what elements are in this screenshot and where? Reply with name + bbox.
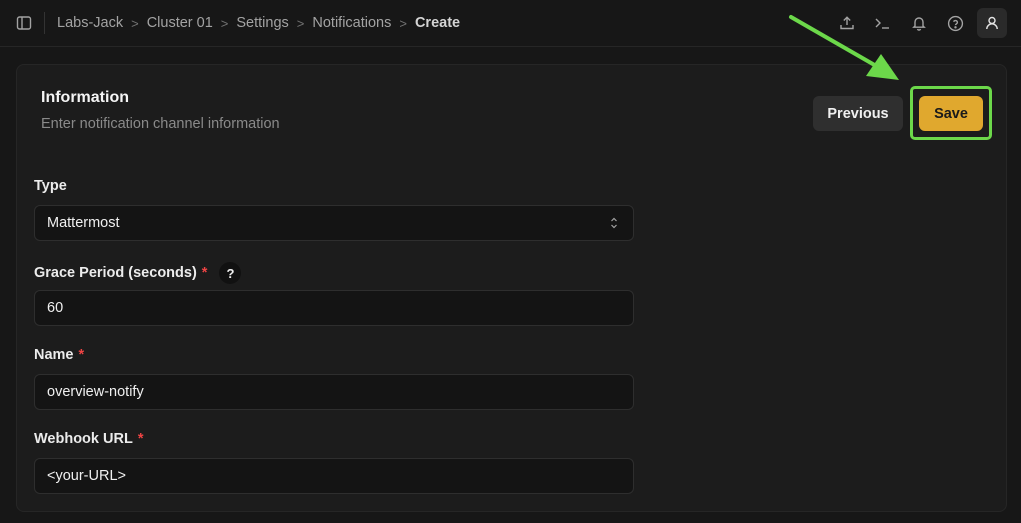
- grace-period-value: 60: [47, 300, 64, 316]
- divider: [44, 12, 45, 34]
- chevron-right-icon: >: [296, 15, 305, 31]
- breadcrumb-item-current: Create: [414, 15, 461, 31]
- bell-icon[interactable]: [905, 8, 933, 38]
- grace-period-input[interactable]: 60: [34, 290, 634, 326]
- webhook-url-label-text: Webhook URL: [34, 431, 133, 447]
- type-select-value: Mattermost: [47, 215, 120, 231]
- upload-icon[interactable]: [833, 8, 861, 38]
- breadcrumb-item-cluster[interactable]: Cluster 01: [147, 15, 213, 31]
- required-asterisk: *: [201, 265, 208, 281]
- name-label: Name *: [34, 347, 84, 363]
- terminal-icon[interactable]: [869, 8, 897, 38]
- user-icon[interactable]: [977, 8, 1007, 38]
- help-tooltip-icon[interactable]: ?: [219, 262, 242, 284]
- breadcrumb-item-settings[interactable]: Settings: [236, 15, 288, 31]
- webhook-url-value: <your-URL>: [47, 468, 126, 484]
- chevron-right-icon: >: [220, 15, 229, 31]
- previous-button[interactable]: Previous: [813, 96, 903, 131]
- save-button[interactable]: Save: [919, 96, 983, 131]
- help-circle-icon[interactable]: [941, 8, 969, 38]
- type-select[interactable]: Mattermost: [34, 205, 634, 241]
- name-value: overview-notify: [47, 384, 144, 400]
- information-card: Information Enter notification channel i…: [16, 64, 1007, 512]
- chevron-up-down-icon: [611, 217, 617, 229]
- name-input[interactable]: overview-notify: [34, 374, 634, 410]
- type-label-text: Type: [34, 178, 67, 194]
- breadcrumb: Labs-Jack > Cluster 01 > Settings > Noti…: [57, 14, 460, 32]
- breadcrumb-item-notifications[interactable]: Notifications: [312, 15, 391, 31]
- name-label-text: Name: [34, 347, 74, 363]
- card-title: Information: [41, 89, 129, 106]
- chevron-right-icon: >: [131, 15, 139, 31]
- grace-period-label: Grace Period (seconds) * ?: [34, 262, 242, 284]
- top-bar: Labs-Jack > Cluster 01 > Settings > Noti…: [0, 0, 1021, 47]
- webhook-url-input[interactable]: <your-URL>: [34, 458, 634, 494]
- grace-period-label-text: Grace Period (seconds): [34, 265, 197, 281]
- required-asterisk: *: [78, 347, 85, 363]
- type-label: Type: [34, 178, 67, 194]
- top-actions: [833, 8, 1007, 38]
- required-asterisk: *: [137, 431, 144, 447]
- chevron-right-icon: >: [399, 15, 407, 31]
- card-subtitle: Enter notification channel information: [41, 116, 280, 132]
- webhook-url-label: Webhook URL *: [34, 431, 143, 447]
- breadcrumb-item-labs-jack[interactable]: Labs-Jack: [57, 15, 123, 31]
- sidebar-toggle-icon[interactable]: [14, 13, 34, 33]
